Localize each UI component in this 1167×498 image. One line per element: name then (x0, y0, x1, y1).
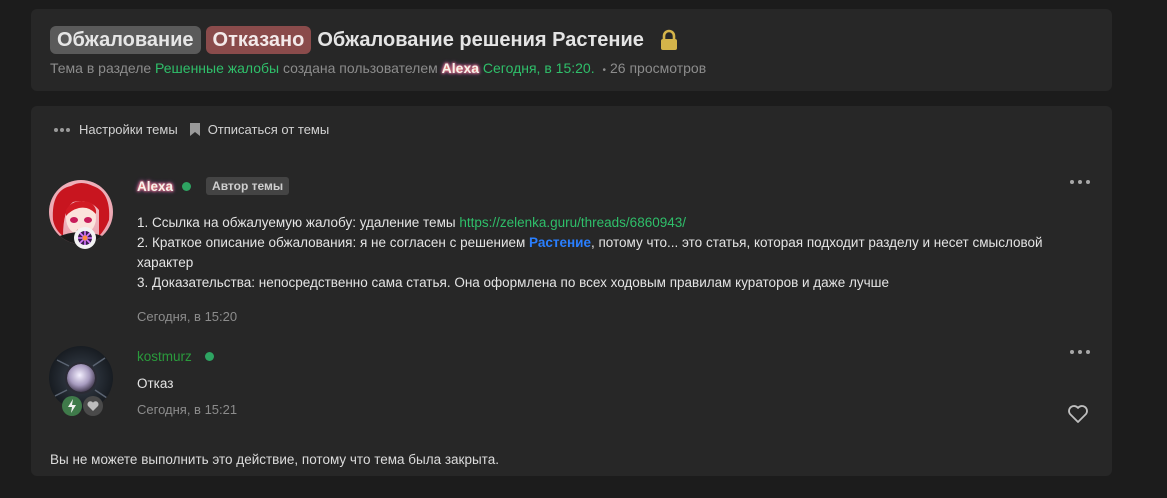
thread-controls: Настройки темы Отписаться от темы (53, 122, 341, 137)
thread-settings-label: Настройки темы (79, 122, 178, 137)
user-rank-icon (74, 227, 96, 249)
post-message: 1. Ссылка на обжалуемую жалобу: удаление… (137, 213, 1067, 293)
thread-body: Настройки темы Отписаться от темы Alexa … (31, 106, 1112, 476)
thread-header: Обжалование Отказано Обжалование решения… (31, 9, 1112, 91)
message-line-2a: 2. Краткое описание обжалования: я не со… (137, 235, 526, 250)
thread-date-link[interactable]: Сегодня, в 15:20. (483, 60, 595, 76)
post-body-kostmurz: kostmurz Отказ Сегодня, в 15:21 (137, 346, 237, 418)
unsubscribe-button[interactable]: Отписаться от темы (189, 122, 330, 137)
complaint-link[interactable]: https://zelenka.guru/threads/6860943/ (459, 215, 686, 230)
thread-meta: Тема в разделе Решенные жалобы создана п… (50, 60, 1093, 76)
post-author-link[interactable]: kostmurz (137, 349, 192, 364)
thread-author-link[interactable]: Alexa (442, 60, 479, 76)
lightning-badge-icon (62, 396, 82, 416)
post-date-link[interactable]: Сегодня, в 15:20 (137, 309, 1067, 324)
thread-author-badge: Автор темы (206, 177, 290, 195)
post-author-link[interactable]: Alexa (137, 179, 173, 194)
online-status-icon (204, 351, 214, 361)
view-count: 26 просмотров (610, 60, 707, 76)
prefix-rejected[interactable]: Отказано (205, 26, 312, 54)
thread-title: Обжалование решения Растение (317, 28, 644, 51)
thread-closed-note: Вы не можете выполнить это действие, пот… (50, 452, 499, 467)
meta-text-created: создана пользователем (283, 60, 438, 76)
ellipsis-icon (54, 127, 70, 132)
post-date-link[interactable]: Сегодня, в 15:21 (137, 402, 237, 417)
bookmark-icon (189, 123, 200, 136)
post-more-icon[interactable] (1070, 178, 1090, 186)
post-message: Отказ (137, 376, 174, 391)
meta-separator: • (602, 65, 606, 76)
avatar-alexa[interactable] (49, 180, 113, 249)
unsubscribe-label: Отписаться от темы (207, 122, 330, 137)
heart-badge-icon (83, 396, 103, 416)
user-mention-link[interactable]: Растение (529, 235, 591, 250)
author-line: kostmurz (137, 346, 237, 366)
message-line-1: 1. Ссылка на обжалуемую жалобу: удаление… (137, 215, 456, 230)
online-status-icon (182, 181, 192, 191)
avatar-kostmurz[interactable] (49, 346, 113, 416)
meta-text-section: Тема в разделе (50, 60, 152, 76)
like-heart-icon[interactable] (1067, 404, 1089, 424)
post-body-alexa: Alexa Автор темы 1. Ссылка на обжалуемую… (137, 176, 1067, 324)
post-more-icon[interactable] (1070, 348, 1090, 356)
message-line-3: 3. Доказательства: непосредственно сама … (137, 275, 889, 290)
thread-settings-button[interactable]: Настройки темы (53, 122, 178, 137)
author-line: Alexa Автор темы (137, 176, 1067, 196)
lock-icon (658, 29, 680, 51)
prefix-appeal[interactable]: Обжалование (50, 26, 201, 54)
thread-title-row: Обжалование Отказано Обжалование решения… (50, 25, 1093, 55)
section-link[interactable]: Решенные жалобы (155, 60, 279, 76)
